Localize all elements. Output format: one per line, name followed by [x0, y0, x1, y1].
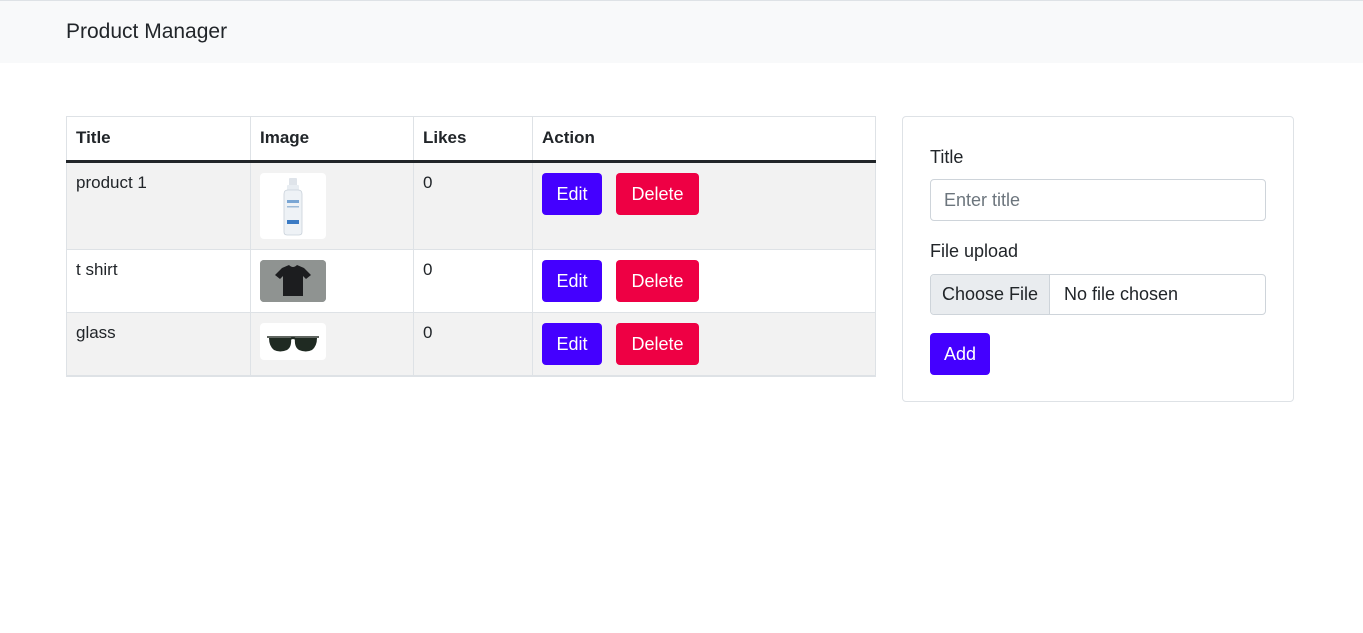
product-action-cell: Edit Delete — [532, 249, 876, 313]
file-upload-label: File upload — [930, 241, 1019, 261]
product-likes-cell: 0 — [413, 249, 533, 313]
choose-file-button[interactable]: Choose File — [931, 275, 1050, 314]
edit-button[interactable]: Edit — [542, 323, 602, 365]
column-header-title: Title — [66, 116, 251, 162]
add-product-card: Title File upload Choose File No file ch… — [902, 116, 1294, 402]
delete-button[interactable]: Delete — [616, 323, 699, 365]
product-image-cell — [250, 161, 414, 250]
product-image-cell — [250, 249, 414, 313]
delete-button[interactable]: Delete — [616, 173, 699, 215]
product-action-cell: Edit Delete — [532, 312, 876, 377]
table-header-row: Title Image Likes Action — [66, 116, 876, 162]
product-likes-cell: 0 — [413, 161, 533, 250]
file-upload-input[interactable]: Choose File No file chosen — [930, 274, 1266, 315]
product-likes-cell: 0 — [413, 312, 533, 377]
sunglasses-image — [260, 323, 326, 360]
product-title-cell: product 1 — [66, 161, 251, 250]
edit-button[interactable]: Edit — [542, 173, 602, 215]
title-input[interactable] — [930, 179, 1266, 221]
delete-button[interactable]: Delete — [616, 260, 699, 302]
column-header-likes: Likes — [413, 116, 533, 162]
product-title-cell: t shirt — [66, 249, 251, 313]
add-button[interactable]: Add — [930, 333, 990, 375]
column-header-image: Image — [250, 116, 414, 162]
product-image-cell — [250, 312, 414, 377]
column-header-action: Action — [532, 116, 876, 162]
table-row: product 1 0 Edit Delete — [66, 161, 876, 250]
navbar-brand[interactable]: Product Manager — [66, 20, 227, 44]
edit-button[interactable]: Edit — [542, 260, 602, 302]
table-row: glass 0 Edit Delete — [66, 312, 876, 377]
bottle-image — [260, 173, 326, 239]
product-title-cell: glass — [66, 312, 251, 377]
title-field-label: Title — [930, 147, 964, 167]
tshirt-image — [260, 260, 326, 302]
product-action-cell: Edit Delete — [532, 161, 876, 250]
navbar: Product Manager — [0, 0, 1363, 63]
table-row: t shirt 0 Edit Delete — [66, 249, 876, 313]
file-status-text: No file chosen — [1064, 284, 1179, 304]
products-table: Title Image Likes Action product 1 0 Edi… — [66, 116, 876, 377]
products-table-container: Title Image Likes Action product 1 0 Edi… — [66, 116, 876, 377]
